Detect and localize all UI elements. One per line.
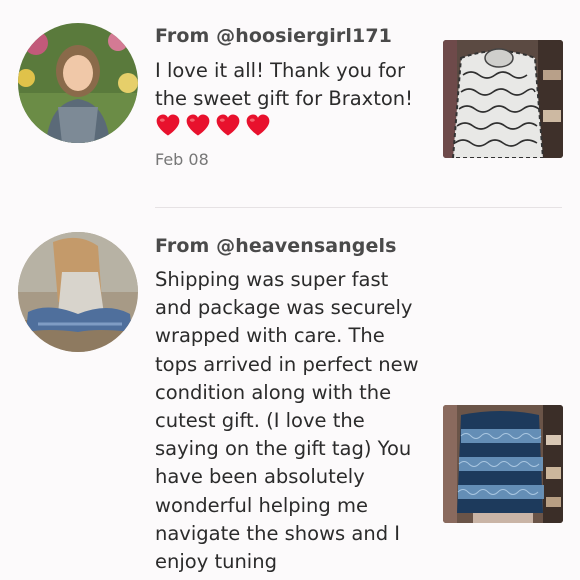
review-author[interactable]: From @hoosiergirl171 bbox=[155, 25, 392, 47]
reviewer-avatar[interactable] bbox=[18, 232, 138, 352]
review-text: Shipping was super fast and package was … bbox=[155, 268, 419, 574]
heart-icon bbox=[246, 114, 270, 136]
review-date: Feb 08 bbox=[155, 150, 209, 169]
product-thumbnail[interactable] bbox=[443, 40, 563, 158]
avatar-photo-icon bbox=[18, 23, 138, 143]
heart-icon bbox=[156, 114, 180, 136]
heart-icon bbox=[186, 114, 210, 136]
product-thumbnail[interactable] bbox=[443, 405, 563, 523]
review-divider bbox=[155, 207, 562, 208]
review-text: I love it all! Thank you for the sweet g… bbox=[155, 59, 413, 111]
heart-emoji-row bbox=[155, 112, 271, 140]
heart-icon bbox=[216, 114, 240, 136]
avatar-photo-icon bbox=[18, 232, 138, 352]
product-photo-icon bbox=[443, 405, 563, 523]
product-photo-icon bbox=[443, 40, 563, 158]
reviewer-avatar[interactable] bbox=[18, 23, 138, 143]
review-author[interactable]: From @heavensangels bbox=[155, 235, 397, 257]
